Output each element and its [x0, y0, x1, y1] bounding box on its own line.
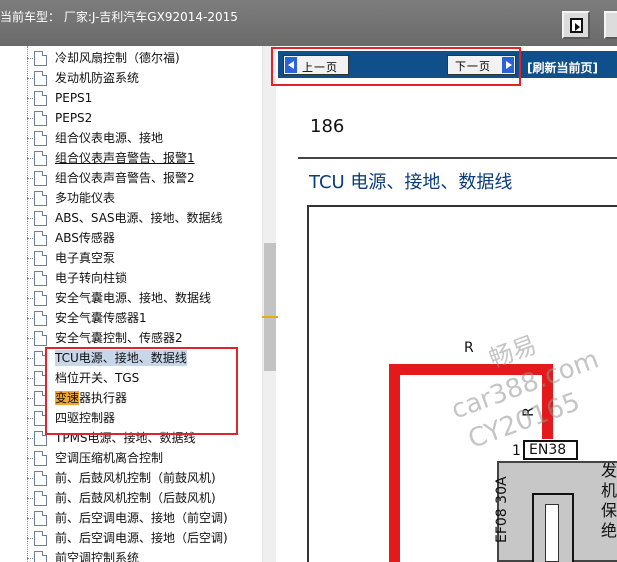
tree-scrollbar[interactable]: [262, 46, 276, 562]
tree-item-label: 前、后空调电源、接地（前空调): [55, 511, 228, 525]
tree-item[interactable]: PEPS2: [27, 108, 261, 128]
tree-item-label: 前、后空调电源、接地（后空调): [55, 531, 228, 545]
tree-item-label: ABS传感器: [55, 231, 115, 245]
component-label: 发机保绝: [601, 461, 617, 540]
connector-label: EN38: [529, 442, 567, 458]
tree-item[interactable]: 电子真空泵: [27, 248, 261, 268]
tree-item-label: 安全气囊电源、接地、数据线: [55, 291, 212, 305]
document-icon: [34, 471, 47, 486]
page-number: 186: [310, 116, 345, 137]
pin-number: 1: [512, 443, 521, 459]
tree-item[interactable]: 空调压缩机离合控制: [27, 448, 261, 468]
annotation-box-tree: [45, 347, 238, 435]
document-icon: [34, 511, 47, 526]
document-icon: [34, 131, 47, 146]
document-icon: [34, 151, 47, 166]
tree-item-label: 安全气囊控制、传感器2: [55, 331, 183, 345]
tree-item[interactable]: 前、后鼓风机控制（前鼓风机): [27, 468, 261, 488]
document-icon: [34, 91, 47, 106]
window-edge-button[interactable]: [604, 11, 617, 39]
tree-item-label: ABS、SAS电源、接地、数据线: [55, 211, 223, 225]
title-bar: 当前车型： 厂家:J-吉利汽车GX92014-2015: [0, 0, 617, 46]
document-icon: [34, 491, 47, 506]
tree-item[interactable]: 前、后空调电源、接地（前空调): [27, 508, 261, 528]
document-icon: [34, 291, 47, 306]
circuit-tree: 冷却风扇控制（德尔福) 发动机防盗系统 PEPS1 PEPS2 组合仪表电源、接…: [0, 46, 262, 562]
fuse-icon: [545, 504, 559, 562]
document-icon: [34, 171, 47, 186]
tree-item[interactable]: 发动机防盗系统: [27, 68, 261, 88]
tree-item-label: 发动机防盗系统: [55, 71, 140, 85]
document-viewer: 上一页 下一页 [刷新当前页] 186 TCU 电源、接地、数据线 R R 1 …: [278, 46, 617, 562]
tree-item[interactable]: 多功能仪表: [27, 188, 261, 208]
tree-item[interactable]: ABS、SAS电源、接地、数据线: [27, 208, 261, 228]
document-icon: [34, 51, 47, 66]
vehicle-model-title: 当前车型： 厂家:J-吉利汽车GX92014-2015: [0, 10, 238, 24]
splitter-marker[interactable]: [262, 316, 278, 318]
document-icon: [34, 71, 47, 86]
tree-item[interactable]: 电子转向柱锁: [27, 268, 261, 288]
document-icon: [34, 531, 47, 546]
document-icon: [34, 451, 47, 466]
refresh-page-link[interactable]: [刷新当前页]: [527, 59, 598, 76]
tree-item[interactable]: ABS传感器: [27, 228, 261, 248]
tree-item[interactable]: 安全气囊传感器1: [27, 308, 261, 328]
wire-vertical: [389, 364, 400, 562]
tree-item-label: 前、后鼓风机控制（前鼓风机): [55, 471, 216, 485]
tree-item[interactable]: 组合仪表声音警告、报警1: [27, 148, 261, 168]
tree-item[interactable]: 组合仪表声音警告、报警2: [27, 168, 261, 188]
annotation-box-nav: [271, 47, 521, 86]
document-icon: [34, 231, 47, 246]
tree-item[interactable]: 前、后空调电源、接地（后空调): [27, 528, 261, 548]
tree-item-label: 多功能仪表: [55, 191, 116, 205]
document-icon: [34, 331, 47, 346]
export-button[interactable]: [562, 11, 590, 39]
document-icon: [34, 111, 47, 126]
document-icon: [34, 211, 47, 226]
tree-item[interactable]: 组合仪表电源、接地: [27, 128, 261, 148]
scrollbar-thumb[interactable]: [264, 243, 276, 371]
tree-item-label: 安全气囊传感器1: [55, 311, 147, 325]
wire-color-label: R: [464, 340, 474, 356]
tree-item[interactable]: PEPS1: [27, 88, 261, 108]
fuse-label: EF08 30A: [494, 476, 510, 543]
tree-item-label: PEPS1: [55, 91, 93, 105]
tree-item-label: 电子真空泵: [55, 251, 116, 265]
document-icon: [34, 311, 47, 326]
tree-item-label: 组合仪表声音警告、报警2: [55, 171, 195, 185]
tree-item[interactable]: 安全气囊控制、传感器2: [27, 328, 261, 348]
tree-item-label: 组合仪表电源、接地: [55, 131, 164, 145]
tree-item[interactable]: 前、后鼓风机控制（后鼓风机): [27, 488, 261, 508]
tree-item[interactable]: 冷却风扇控制（德尔福): [27, 48, 261, 68]
tree-item-label: 前空调控制系统: [55, 551, 140, 562]
tree-item-label: 组合仪表声音警告、报警1: [55, 151, 195, 165]
export-icon: [570, 18, 583, 33]
document-icon: [34, 251, 47, 266]
document-icon: [34, 191, 47, 206]
document-icon: [34, 551, 47, 562]
page-divider: [298, 157, 617, 159]
tree-item-label: PEPS2: [55, 111, 93, 125]
tree-item-label: 空调压缩机离合控制: [55, 451, 164, 465]
page-title: TCU 电源、接地、数据线: [309, 172, 513, 193]
tree-item-label: 前、后鼓风机控制（后鼓风机): [55, 491, 216, 505]
tree-item[interactable]: 安全气囊电源、接地、数据线: [27, 288, 261, 308]
tree-item-label: 冷却风扇控制（德尔福): [55, 51, 180, 65]
tree-item[interactable]: 前空调控制系统: [27, 548, 261, 562]
document-icon: [34, 271, 47, 286]
tree-item-label: 电子转向柱锁: [55, 271, 128, 285]
